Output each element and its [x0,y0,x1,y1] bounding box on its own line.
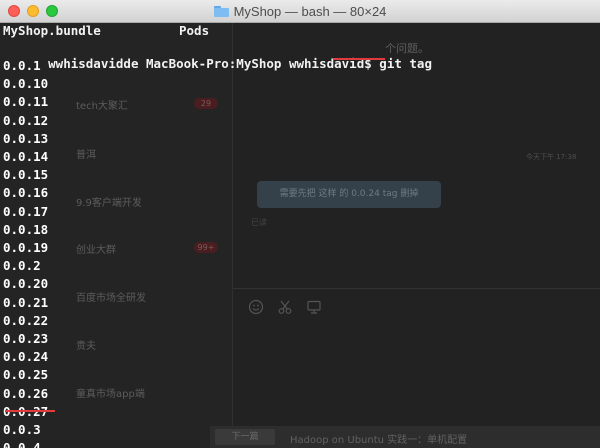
scissors-icon [277,299,293,315]
tag-line: 0.0.19 [3,240,49,255]
background-app: tech大聚汇 29 普洱 9.9客户端开发 创业大群 99+ 百度市场全研发 … [0,23,600,448]
window-title: MyShop — bash — 80×24 [0,0,600,22]
tag-line: 0.0.26 [3,385,49,401]
tag-line: 0.0.11 [3,94,49,110]
command-underline [333,58,385,60]
bg-badge: 29 [194,98,218,109]
window-title-text: MyShop — bash — 80×24 [233,3,387,19]
bg-list-item: 贵夫 [76,341,96,352]
terminal-window: tech大聚汇 29 普洱 9.9客户端开发 创业大群 99+ 百度市场全研发 … [0,0,600,448]
tag-line: 0.0.10 [3,76,49,92]
tag-line: 0.0.24 [3,349,49,365]
tag-line: 0.0.3 [3,422,41,437]
tag-line: 0.0.15 [3,167,49,183]
bg-list-item: 创业大群 [76,245,116,256]
listing-item: MyShop.bundle [3,23,101,38]
screen-icon [306,299,322,315]
tag-line: 0.0.17 [3,203,49,219]
bg-next-button: 下一篇 [215,429,275,445]
tag-underline [5,410,55,412]
tag-line: 0.0.21 [3,294,49,310]
command-text: git tag [379,56,432,71]
shell-prompt: wwhisdavidde MacBook-Pro:MyShop wwhisdav… [48,56,372,71]
tag-line: 0.0.12 [3,112,49,128]
bg-divider [233,288,600,289]
prompt-line: wwhisdavidde MacBook-Pro:MyShop wwhisdav… [3,40,432,71]
tag-line: 0.0.14 [3,149,49,164]
bg-next-article-link: Hadoop on Ubuntu 实践一：单机配置 [290,435,468,446]
title-bar: MyShop — bash — 80×24 [0,0,600,23]
bg-list-item: tech大聚汇 [76,101,128,112]
tag-line: 0.0.13 [3,130,49,146]
listing-item: Pods [179,23,210,38]
bg-list-item: 9.9客户端开发 [76,198,142,209]
bg-list-item: 百度市场全研发 [76,293,146,304]
tag-line: 0.0.1 [3,58,41,73]
bg-badge: 99+ [194,242,218,253]
tag-line: 0.0.22 [3,312,49,328]
bg-message-status: 已读 [251,218,267,227]
bg-timestamp: 今天下午 17:38 [526,153,577,161]
tag-line: 0.0.23 [3,331,49,346]
tag-line: 0.0.20 [3,276,49,292]
folder-icon [213,5,229,17]
emoji-icon [248,299,264,315]
tag-line: 0.0.25 [3,367,49,383]
tag-line: 0.0.16 [3,185,49,201]
tag-line: 0.0.18 [3,221,49,237]
bg-message-bubble: 需要先把 这样 的 0.0.24 tag 删掉 [257,181,441,208]
bg-list-item: 童真市场app端 [76,389,145,400]
tag-line: 0.0.4 [3,440,41,448]
tag-line: 0.0.2 [3,258,41,274]
bg-list-item: 普洱 [76,150,96,161]
